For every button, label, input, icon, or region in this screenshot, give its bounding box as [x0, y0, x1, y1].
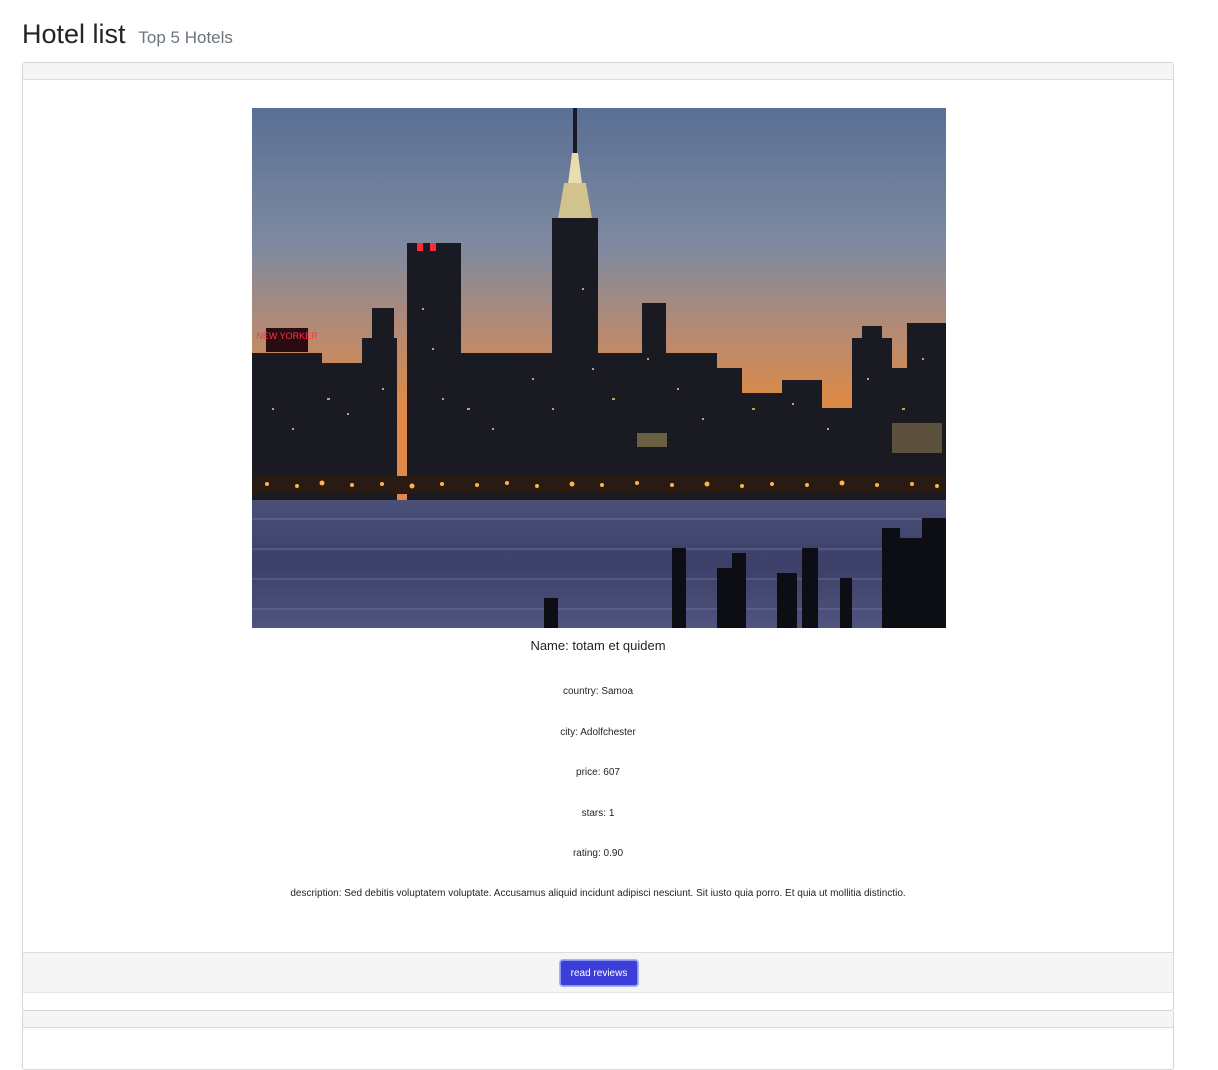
- page-title: Hotel list: [22, 19, 126, 49]
- page-subtitle: Top 5 Hotels: [138, 28, 233, 47]
- hotel-card: NEW YORKER Name: totam et quidem country…: [22, 62, 1174, 1011]
- page-header: Hotel list Top 5 Hotels: [22, 14, 233, 51]
- hotel-card-body: NEW YORKER Name: totam et quidem country…: [23, 80, 1173, 952]
- hotel-country: country: Samoa: [562, 686, 634, 697]
- hotel-image: NEW YORKER: [252, 108, 946, 628]
- hotel-price: price: 607: [576, 767, 620, 778]
- hotel-description: description: Sed debitis voluptatem volu…: [290, 888, 906, 899]
- hotel-stars: stars: 1: [581, 808, 615, 819]
- hotel-name: Name: totam et quidem: [530, 638, 666, 653]
- hotel-card-footer: read reviews: [23, 952, 1173, 993]
- new-yorker-sign: NEW YORKER: [256, 331, 318, 341]
- hotel-card-header: [23, 63, 1173, 80]
- hotel-card-next-header: [23, 1011, 1173, 1028]
- hotel-card-next: [22, 1010, 1174, 1070]
- read-reviews-button[interactable]: read reviews: [560, 960, 638, 986]
- hotel-rating: rating: 0.90: [572, 848, 624, 859]
- hotel-city: city: Adolfchester: [560, 727, 636, 738]
